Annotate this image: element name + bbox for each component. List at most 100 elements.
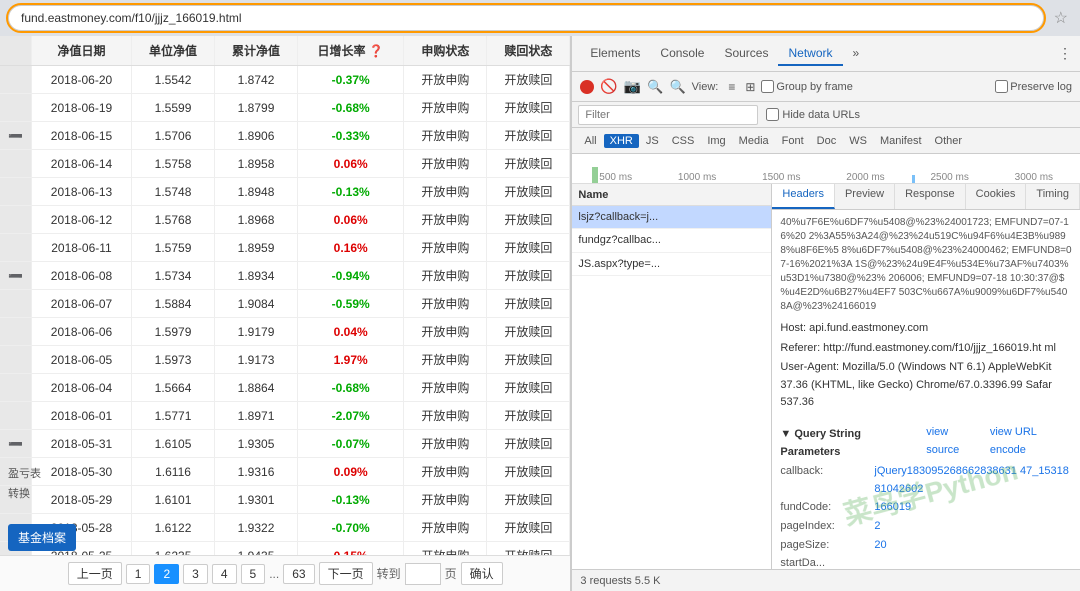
tab-more[interactable]: »: [843, 42, 870, 66]
cell-unit: 1.6235: [132, 542, 215, 556]
devtools-options-icon[interactable]: ⋮: [1058, 45, 1072, 62]
page-63-button[interactable]: 63: [283, 564, 314, 584]
sidebar-yinkui[interactable]: 盈亏表: [8, 465, 41, 481]
preserve-log-control[interactable]: Preserve log: [995, 80, 1072, 93]
fund-archive-button[interactable]: 基金档案: [8, 524, 76, 551]
type-filter-xhr[interactable]: XHR: [604, 134, 639, 148]
request-item[interactable]: fundgz?callbac...: [572, 229, 771, 252]
goto-input[interactable]: [405, 563, 441, 585]
page-1-button[interactable]: 1: [126, 564, 151, 584]
cell-rate: 0.16%: [298, 234, 404, 262]
type-filter-doc[interactable]: Doc: [811, 134, 843, 148]
preserve-log-checkbox[interactable]: [995, 80, 1008, 93]
group-frame-checkbox[interactable]: [761, 80, 774, 93]
timeline-label: 3000 ms: [1015, 172, 1053, 183]
requests-name-header: Name: [572, 184, 771, 206]
tab-sources[interactable]: Sources: [714, 42, 778, 66]
detail-tab-timing[interactable]: Timing: [1026, 184, 1080, 209]
detail-tab-preview[interactable]: Preview: [835, 184, 895, 209]
next-page-button[interactable]: 下一页: [319, 562, 373, 585]
row-toggle[interactable]: [0, 346, 31, 374]
cell-rate: -2.07%: [298, 402, 404, 430]
clear-button[interactable]: 🚫: [600, 78, 617, 95]
page-5-button[interactable]: 5: [241, 564, 266, 584]
cell-date: 2018-06-20: [31, 66, 131, 94]
cell-rate: 0.09%: [298, 458, 404, 486]
devtools-panel: Elements Console Sources Network » ⋮ 🚫 📷…: [571, 36, 1080, 591]
tab-network[interactable]: Network: [778, 42, 842, 66]
row-toggle[interactable]: [0, 94, 31, 122]
detail-tab-response[interactable]: Response: [895, 184, 966, 209]
type-filter-font[interactable]: Font: [776, 134, 810, 148]
row-toggle[interactable]: [0, 206, 31, 234]
row-toggle[interactable]: [0, 150, 31, 178]
row-toggle[interactable]: [0, 318, 31, 346]
type-filter-js[interactable]: JS: [640, 134, 665, 148]
tab-console[interactable]: Console: [650, 42, 714, 66]
page-2-button[interactable]: 2: [154, 564, 179, 584]
cell-accum: 1.8971: [215, 402, 298, 430]
search-icon[interactable]: 🔍: [669, 79, 685, 95]
row-toggle[interactable]: ➖: [0, 430, 31, 458]
row-toggle[interactable]: [0, 234, 31, 262]
cell-unit: 1.5884: [132, 290, 215, 318]
type-filter-ws[interactable]: WS: [843, 134, 873, 148]
cell-unit: 1.6122: [132, 514, 215, 542]
type-filter-css[interactable]: CSS: [666, 134, 701, 148]
view-toggle-1[interactable]: ≡: [728, 80, 735, 94]
type-filter-img[interactable]: Img: [701, 134, 731, 148]
page-4-button[interactable]: 4: [212, 564, 237, 584]
type-filter-manifest[interactable]: Manifest: [874, 134, 928, 148]
row-toggle[interactable]: [0, 178, 31, 206]
page-3-button[interactable]: 3: [183, 564, 208, 584]
view-url-encode-link[interactable]: view URL encode: [990, 424, 1072, 459]
table-row: 2018-05-28 1.6122 1.9322 -0.70% 开放申购 开放赎…: [0, 514, 570, 542]
filter-icon[interactable]: 🔍: [647, 79, 663, 95]
timeline-label: 1000 ms: [678, 172, 716, 183]
cell-buy: 开放申购: [404, 150, 487, 178]
filter-input[interactable]: [578, 105, 758, 125]
request-item[interactable]: JS.aspx?type=...: [572, 253, 771, 276]
row-toggle[interactable]: [0, 66, 31, 94]
cell-rate: -0.68%: [298, 374, 404, 402]
type-filter-media[interactable]: Media: [733, 134, 775, 148]
prev-page-button[interactable]: 上一页: [68, 562, 122, 585]
cell-accum: 1.9435: [215, 542, 298, 556]
tab-elements[interactable]: Elements: [580, 42, 650, 66]
table-row: 2018-06-01 1.5771 1.8971 -2.07% 开放申购 开放赎…: [0, 402, 570, 430]
network-controls: 🚫 📷 🔍 🔍 View: ≡ ⊞ Group by frame Preserv…: [572, 72, 1080, 102]
cell-buy: 开放申购: [404, 318, 487, 346]
referer-row: Referer: http://fund.eastmoney.com/f10/j…: [780, 340, 1072, 358]
row-toggle[interactable]: [0, 374, 31, 402]
hide-urls-checkbox[interactable]: [766, 108, 779, 121]
group-by-frame[interactable]: Group by frame: [761, 80, 852, 93]
type-filter-all[interactable]: All: [578, 134, 602, 148]
screenshot-button[interactable]: 📷: [624, 78, 641, 95]
cell-buy: 开放申购: [404, 66, 487, 94]
param-key: startDa...: [780, 555, 870, 569]
sidebar-zhuanhuan[interactable]: 转换: [8, 485, 41, 501]
detail-tabs: HeadersPreviewResponseCookiesTiming: [772, 184, 1080, 210]
left-sidebar-items: 盈亏表 转换 基金档案: [8, 465, 41, 501]
row-toggle[interactable]: ➖: [0, 122, 31, 150]
cell-accum: 1.8934: [215, 262, 298, 290]
param-row: pageIndex:2: [780, 518, 1072, 536]
request-item[interactable]: lsjz?callback=j...: [572, 206, 771, 229]
cell-accum: 1.9322: [215, 514, 298, 542]
detail-tab-cookies[interactable]: Cookies: [966, 184, 1027, 209]
hide-data-urls[interactable]: Hide data URLs: [766, 108, 860, 121]
detail-tab-headers[interactable]: Headers: [772, 184, 835, 209]
row-toggle[interactable]: ➖: [0, 262, 31, 290]
record-button[interactable]: [580, 80, 594, 94]
type-filter-other[interactable]: Other: [929, 134, 969, 148]
bookmark-icon[interactable]: ☆: [1050, 8, 1072, 28]
view-source-link[interactable]: view source: [926, 424, 982, 459]
row-toggle[interactable]: [0, 402, 31, 430]
row-toggle[interactable]: [0, 290, 31, 318]
goto-label: 转到: [377, 565, 401, 582]
view-toggle-2[interactable]: ⊞: [745, 80, 755, 94]
cell-buy: 开放申购: [404, 458, 487, 486]
page-label: 页: [445, 565, 457, 582]
address-input[interactable]: [8, 5, 1044, 31]
confirm-button[interactable]: 确认: [461, 562, 503, 585]
